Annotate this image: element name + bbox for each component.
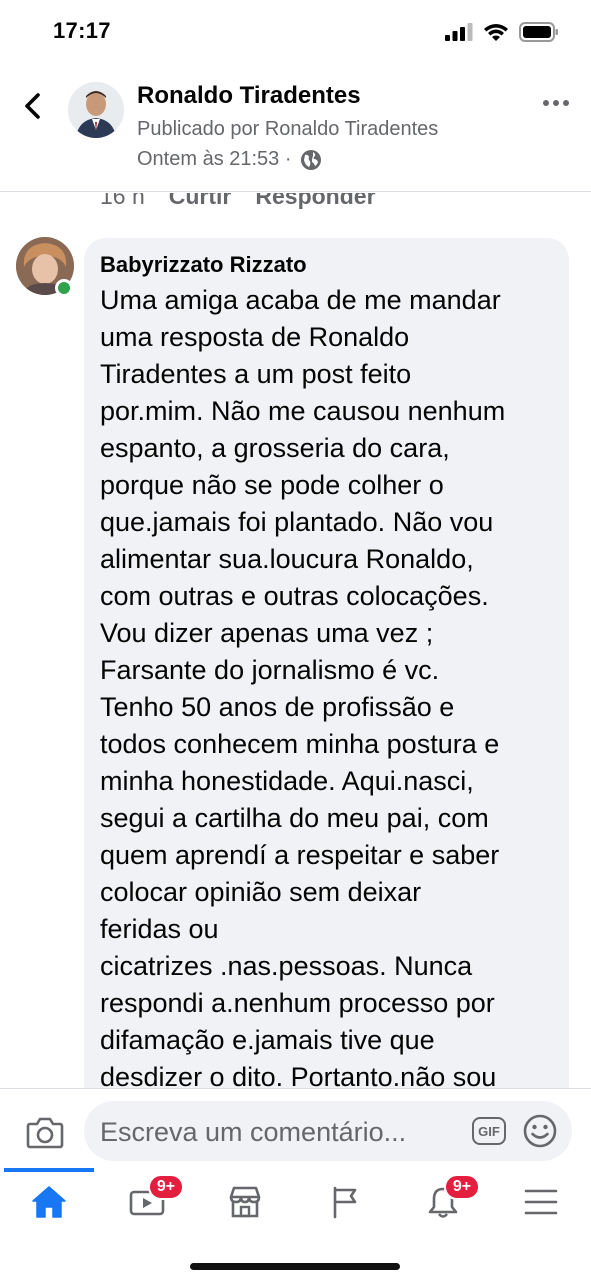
- tab-pages[interactable]: [320, 1182, 370, 1222]
- reply-button[interactable]: Responder: [255, 193, 375, 210]
- like-button[interactable]: Curtir: [169, 193, 232, 210]
- comment-input-placeholder: Escreva um comentário...: [100, 1117, 407, 1147]
- home-indicator: [190, 1263, 400, 1270]
- avatar-portrait-icon: [68, 82, 124, 138]
- tab-watch[interactable]: 9+: [122, 1174, 184, 1222]
- cellular-signal-icon: [445, 23, 473, 41]
- comment-input[interactable]: Escreva um comentário... GIF: [84, 1101, 572, 1161]
- marketplace-icon: [229, 1186, 261, 1218]
- tab-home[interactable]: [24, 1182, 74, 1222]
- status-bar: 17:17: [0, 0, 591, 64]
- previous-comment-time: 16 h: [100, 193, 145, 209]
- comments-area: 16 h Curtir Responder Babyrizzato Rizzat…: [0, 193, 591, 1088]
- status-icons: [445, 22, 559, 42]
- watch-badge: 9+: [148, 1174, 184, 1200]
- more-options-icon[interactable]: [543, 100, 569, 106]
- comment-author[interactable]: Babyrizzato Rizzato: [100, 252, 553, 278]
- post-timestamp: Ontem às 21:53 ·: [137, 148, 322, 171]
- globe-icon: [300, 149, 321, 170]
- timestamp-text: Ontem às 21:53 ·: [137, 148, 292, 170]
- author-avatar[interactable]: [68, 82, 124, 138]
- tab-notifications[interactable]: 9+: [418, 1174, 480, 1222]
- hamburger-menu-icon: [524, 1189, 558, 1215]
- online-status-indicator: [55, 279, 73, 297]
- tab-marketplace[interactable]: [220, 1182, 270, 1222]
- flag-icon: [333, 1186, 357, 1219]
- previous-comment-actions: 16 h Curtir Responder: [100, 193, 376, 210]
- comment-text: Uma amiga acaba de me mandar uma respost…: [100, 285, 506, 1088]
- home-icon: [32, 1186, 66, 1218]
- author-name[interactable]: Ronaldo Tiradentes: [137, 82, 361, 110]
- comment-bubble[interactable]: Babyrizzato Rizzato Uma amiga acaba de m…: [84, 238, 569, 1088]
- active-tab-indicator: [4, 1168, 94, 1172]
- tab-menu[interactable]: [516, 1182, 566, 1222]
- gif-button[interactable]: GIF: [472, 1117, 506, 1145]
- battery-icon: [519, 22, 558, 42]
- published-by: Publicado por Ronaldo Tiradentes: [137, 118, 439, 140]
- wifi-icon: [484, 24, 508, 41]
- bottom-navigation: 9+ 9+: [0, 1168, 591, 1280]
- comment-composer: Escreva um comentário... GIF: [0, 1088, 591, 1170]
- notifications-badge: 9+: [444, 1174, 480, 1200]
- camera-icon[interactable]: [26, 1115, 64, 1149]
- emoji-icon[interactable]: [522, 1113, 558, 1149]
- post-header: Ronaldo Tiradentes Publicado por Ronaldo…: [0, 64, 591, 192]
- status-time: 17:17: [53, 18, 111, 43]
- back-arrow-icon[interactable]: [18, 90, 50, 122]
